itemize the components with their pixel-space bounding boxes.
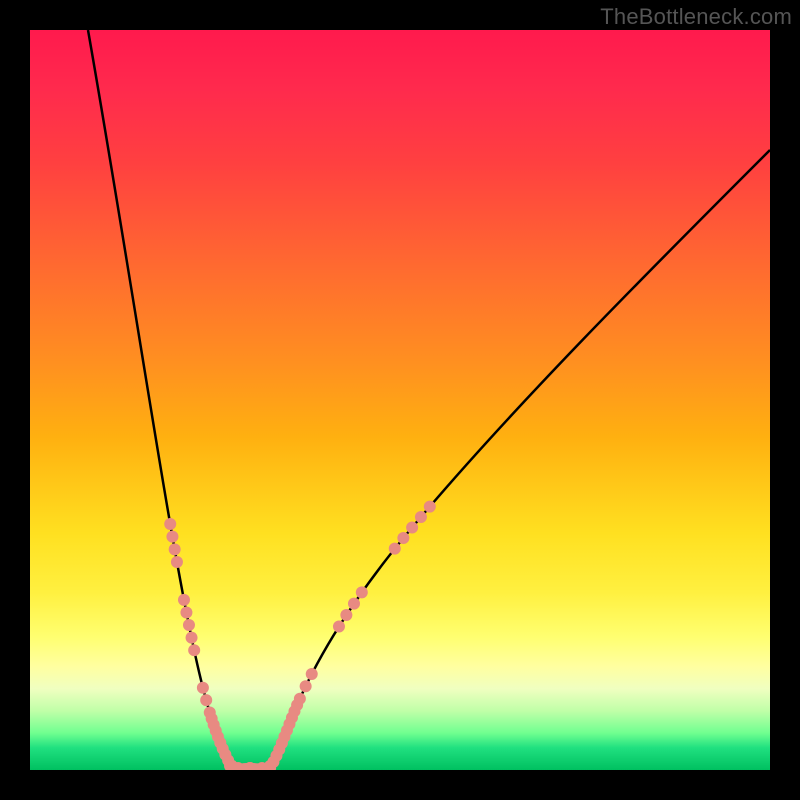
- data-dot: [406, 521, 418, 533]
- curve-right-branch: [250, 150, 770, 770]
- data-dot: [188, 644, 200, 656]
- data-dot: [348, 598, 360, 610]
- data-dot: [169, 543, 181, 555]
- data-dot: [340, 609, 352, 621]
- chart-frame: TheBottleneck.com: [0, 0, 800, 800]
- data-dot: [200, 694, 212, 706]
- data-dot: [171, 556, 183, 568]
- curve-left-branch: [88, 30, 250, 769]
- data-dot: [424, 501, 436, 513]
- data-dot: [389, 543, 401, 555]
- watermark-text: TheBottleneck.com: [600, 4, 792, 30]
- data-dot: [164, 518, 176, 530]
- data-dot: [178, 594, 190, 606]
- data-dot: [306, 668, 318, 680]
- data-dot: [186, 632, 198, 644]
- data-dot: [180, 606, 192, 618]
- plot-area: [30, 30, 770, 770]
- data-dot: [166, 531, 178, 543]
- data-dot: [397, 532, 409, 544]
- data-dot: [197, 682, 209, 694]
- data-dot: [356, 586, 368, 598]
- data-dot: [300, 680, 312, 692]
- data-dot: [415, 511, 427, 523]
- plot-svg: [30, 30, 770, 770]
- data-dot: [183, 619, 195, 631]
- data-dot: [333, 621, 345, 633]
